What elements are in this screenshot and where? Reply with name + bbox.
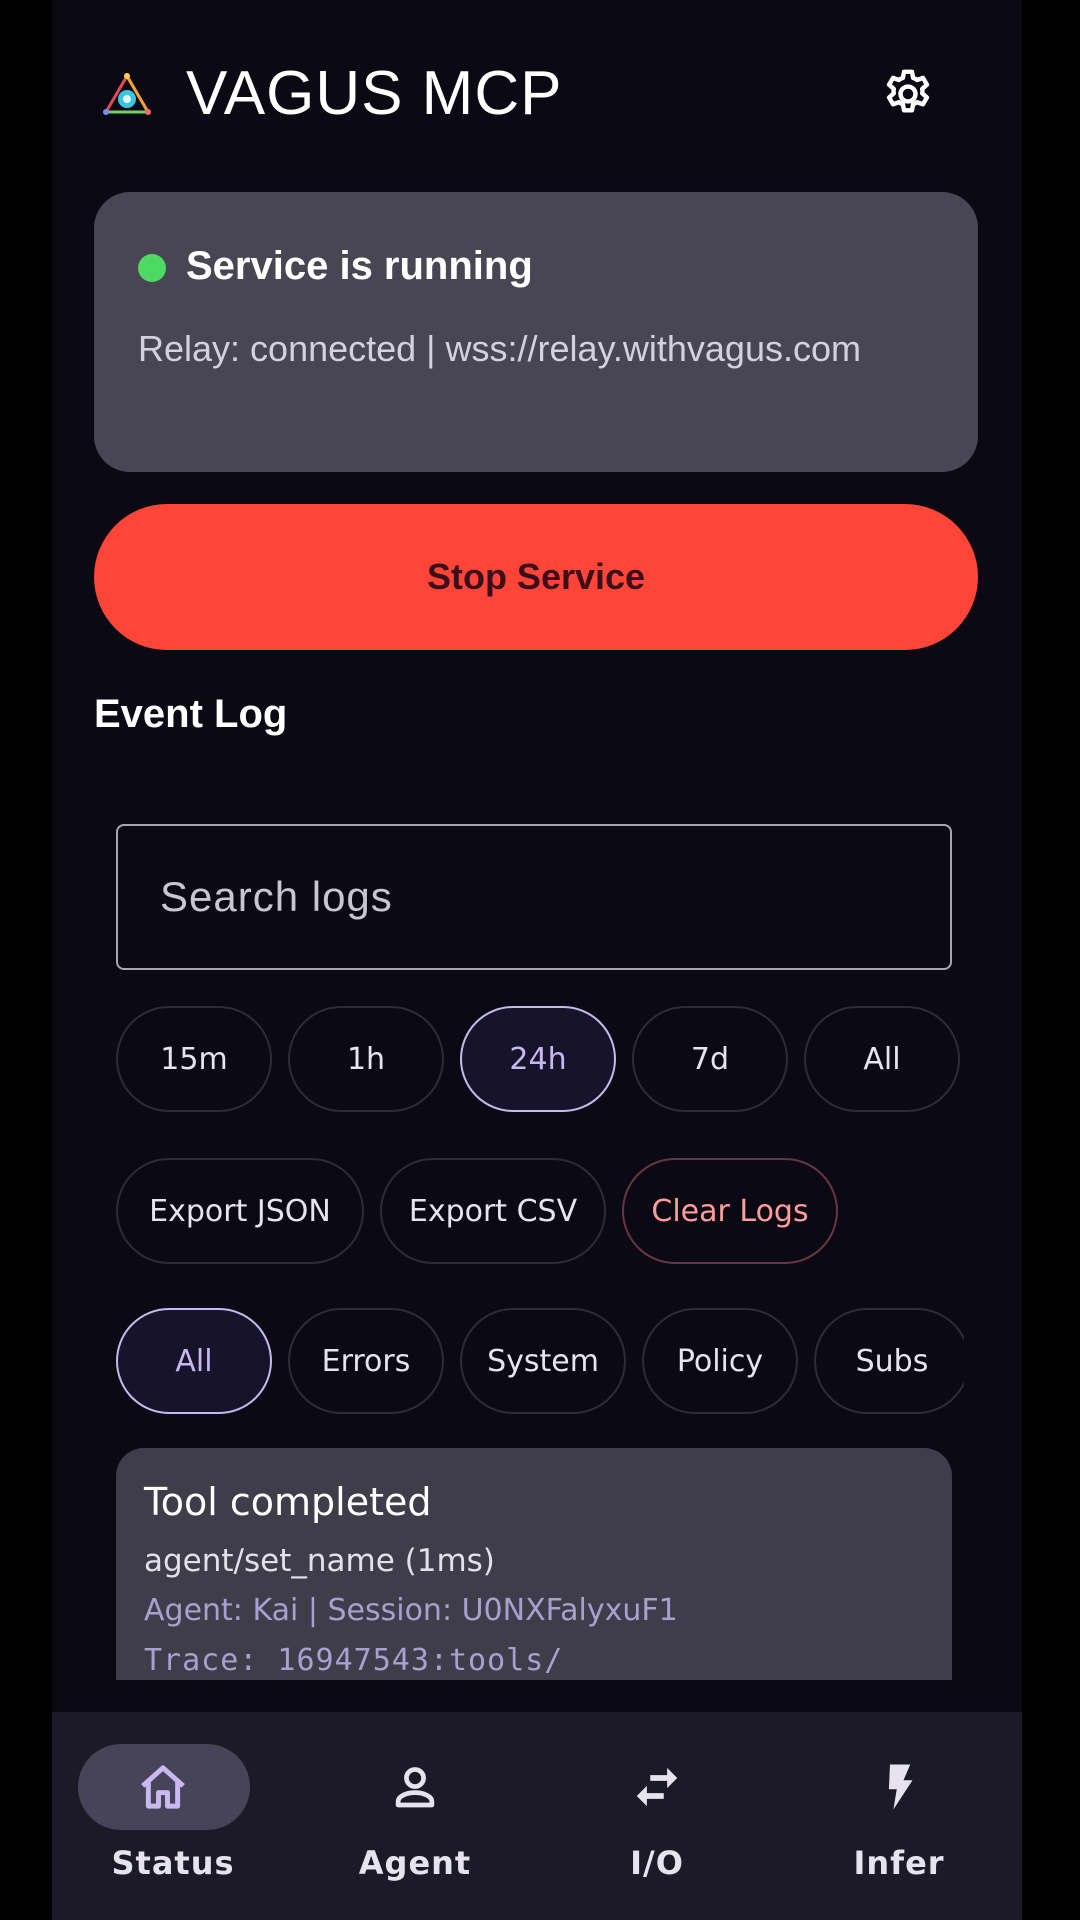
- export-csv-button[interactable]: Export CSV: [380, 1158, 606, 1264]
- swap-arrows-icon: [636, 1767, 678, 1807]
- app-title: VAGUS MCP: [186, 59, 563, 128]
- category-chip-system[interactable]: System: [460, 1308, 626, 1414]
- nav-label-status: Status: [111, 1844, 235, 1882]
- search-logs-input[interactable]: [160, 826, 920, 968]
- clear-logs-button[interactable]: Clear Logs: [622, 1158, 838, 1264]
- log-entry-title: Tool completed: [144, 1480, 432, 1524]
- log-entry-meta: Agent: Kai | Session: U0NXFalyxuF1: [144, 1593, 678, 1628]
- relay-status-text: Relay: connected | wss://relay.withvagus…: [138, 328, 861, 369]
- status-indicator-dot: [138, 254, 166, 282]
- time-chip-15m[interactable]: 15m: [116, 1006, 272, 1112]
- gear-icon: [886, 69, 930, 113]
- time-chip-1h[interactable]: 1h: [288, 1006, 444, 1112]
- log-entry-card[interactable]: Tool completed agent/set_name (1ms) Agen…: [116, 1448, 952, 1680]
- category-filter: All Errors System Policy Subs: [116, 1308, 964, 1418]
- log-actions: Export JSON Export CSV Clear Logs: [116, 1158, 964, 1268]
- category-chip-subs[interactable]: Subs: [814, 1308, 964, 1414]
- time-chip-all[interactable]: All: [804, 1006, 960, 1112]
- event-log-title: Event Log: [94, 692, 288, 736]
- home-icon: [141, 1765, 185, 1809]
- bottom-navigation: Status Agent I/O Infer: [52, 1712, 1022, 1920]
- nav-label-infer: Infer: [853, 1844, 945, 1882]
- export-json-button[interactable]: Export JSON: [116, 1158, 364, 1264]
- search-logs-field: [116, 824, 952, 970]
- time-chip-7d[interactable]: 7d: [632, 1006, 788, 1112]
- nav-label-agent: Agent: [358, 1844, 472, 1882]
- log-entry-tool: agent/set_name (1ms): [144, 1543, 495, 1579]
- nav-label-io: I/O: [630, 1844, 684, 1882]
- person-icon: [395, 1767, 435, 1808]
- nav-item-status[interactable]: Status: [52, 1712, 294, 1920]
- lightning-icon: [888, 1764, 913, 1810]
- category-chip-policy[interactable]: Policy: [642, 1308, 798, 1414]
- nav-item-io[interactable]: I/O: [536, 1712, 778, 1920]
- log-entry-trace: Trace: 16947543:tools/: [144, 1643, 564, 1678]
- category-chip-all[interactable]: All: [116, 1308, 272, 1414]
- service-status-title: Service is running: [186, 244, 533, 288]
- time-range-filter: 15m 1h 24h 7d All: [116, 1006, 964, 1116]
- app-screen: VAGUS MCP Service is running Relay: conn…: [52, 0, 1022, 1920]
- nav-item-agent[interactable]: Agent: [294, 1712, 536, 1920]
- nav-item-infer[interactable]: Infer: [778, 1712, 1020, 1920]
- category-chip-errors[interactable]: Errors: [288, 1308, 444, 1414]
- app-header: VAGUS MCP: [52, 0, 1022, 180]
- vagus-logo-icon: [103, 73, 151, 115]
- time-chip-24h[interactable]: 24h: [460, 1006, 616, 1112]
- stop-service-button[interactable]: Stop Service: [94, 504, 978, 650]
- settings-button[interactable]: [878, 64, 938, 124]
